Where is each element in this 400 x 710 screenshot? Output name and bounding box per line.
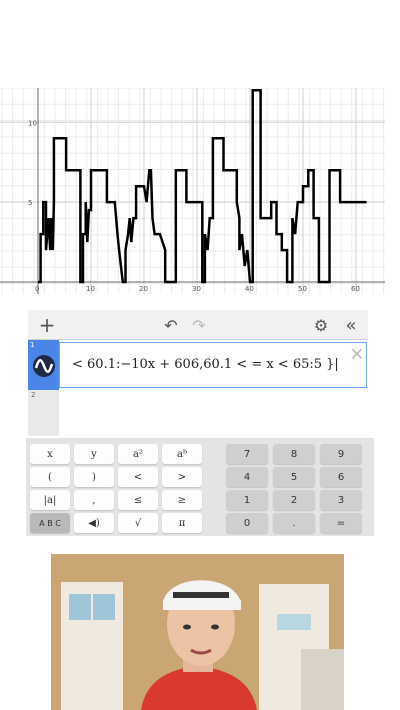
number-key[interactable]: 8 [273, 444, 315, 464]
webcam-video [51, 554, 344, 710]
expression-input[interactable]: < 60.1:−10x + 606,60.1 < = x < 65:5 }| ✕ [59, 342, 367, 388]
graph-canvas[interactable]: 0 10 20 30 40 50 60 10 5 [0, 88, 385, 294]
plus-icon: + [38, 313, 56, 337]
y-tick-label: 5 [28, 199, 32, 207]
add-expression-button[interactable]: + [36, 313, 58, 337]
less-than-key[interactable]: < [118, 467, 158, 487]
number-key[interactable]: = [320, 513, 362, 533]
number-key[interactable]: 5 [273, 467, 315, 487]
number-key[interactable]: 4 [226, 467, 268, 487]
x-tick-label: 10 [86, 285, 95, 293]
undo-button[interactable]: ↶ [160, 314, 182, 336]
number-key[interactable]: 2 [273, 490, 315, 510]
number-key[interactable]: 9 [320, 444, 362, 464]
expression-row[interactable]: 1 < 60.1:−10x + 606,60.1 < = x < 65:5 }|… [28, 340, 368, 390]
abc-key[interactable]: A B C [30, 513, 70, 533]
number-key[interactable]: 0 [226, 513, 268, 533]
x-tick-label: 0 [35, 285, 39, 293]
comma-key[interactable]: , [74, 490, 114, 510]
delete-expression-icon[interactable]: ✕ [350, 345, 364, 365]
number-key[interactable]: 1 [226, 490, 268, 510]
leq-key[interactable]: ≤ [118, 490, 158, 510]
graph-svg[interactable]: 0 10 20 30 40 50 60 10 5 [0, 88, 385, 294]
x-tick-label: 20 [139, 285, 148, 293]
expression-text[interactable]: < 60.1:−10x + 606,60.1 < = x < 65:5 }| [72, 357, 339, 372]
redo-icon: ↷ [192, 315, 206, 335]
audio-key[interactable]: ◀) [74, 513, 114, 533]
x-tick-label: 60 [351, 285, 360, 293]
expression-number: 2 [31, 391, 36, 399]
undo-icon: ↶ [164, 315, 178, 335]
expression-toolbar: + ↶ ↷ ⚙ « [28, 310, 368, 340]
double-chevron-left-icon: « [345, 314, 357, 336]
number-key[interactable]: 7 [226, 444, 268, 464]
settings-button[interactable]: ⚙ [310, 314, 332, 336]
math-keypad: x y a² aᵇ () < > |a|, ≤ ≥ A B C ◀) √ π 7 8 9 4 5 6 1 2 3 0. = [26, 438, 374, 536]
x-key[interactable]: x [30, 444, 70, 464]
x-tick-label: 50 [298, 285, 307, 293]
redo-button[interactable]: ↷ [188, 314, 210, 336]
square-key[interactable]: a² [118, 444, 158, 464]
abs-key[interactable]: |a| [30, 490, 70, 510]
expression-list: 1 < 60.1:−10x + 606,60.1 < = x < 65:5 }|… [28, 340, 368, 436]
number-key[interactable]: 6 [320, 467, 362, 487]
x-tick-label: 40 [245, 285, 254, 293]
number-key[interactable]: 3 [320, 490, 362, 510]
x-tick-label: 30 [192, 285, 201, 293]
collapse-panel-button[interactable]: « [340, 314, 362, 336]
y-tick-label: 10 [28, 119, 37, 127]
number-key[interactable]: . [273, 513, 315, 533]
close-paren-key[interactable]: ) [74, 467, 114, 487]
sqrt-key[interactable]: √ [118, 513, 158, 533]
geq-key[interactable]: ≥ [162, 490, 202, 510]
gear-icon: ⚙ [313, 315, 329, 335]
power-key[interactable]: aᵇ [162, 444, 202, 464]
y-key[interactable]: y [74, 444, 114, 464]
webcam-person [51, 554, 344, 710]
greater-than-key[interactable]: > [162, 467, 202, 487]
expression-number: 1 [30, 341, 35, 349]
pi-key[interactable]: π [162, 513, 202, 533]
open-paren-key[interactable]: ( [30, 467, 70, 487]
